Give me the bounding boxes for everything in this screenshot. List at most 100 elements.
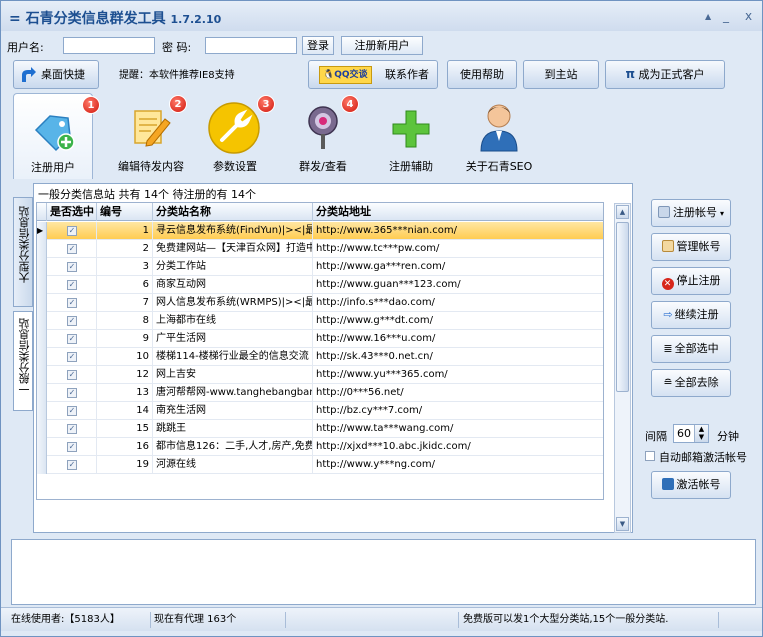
password-label: 密 码: (162, 41, 192, 54)
table-row[interactable]: ✓ 15 跳跳王 http://www.ta***wang.com/ (37, 420, 603, 438)
cell-id: 9 (97, 330, 153, 348)
table-row[interactable]: ✓ 8 上海都市在线 http://www.g***dt.com/ (37, 312, 603, 330)
stepper-arrows-icon[interactable]: ▲ ▼ (694, 425, 708, 442)
table-row[interactable]: ✓ 2 免费建网站—【天津百众网】打造中 http://www.tc***pw.com… (37, 240, 603, 258)
to-main-site-button[interactable]: 到主站 (523, 60, 599, 89)
tab-general-sites[interactable]: 一般分类信息站 (13, 311, 33, 411)
table-row[interactable]: ✓ 10 楼梯114-楼梯行业最全的信息交流 http://sk.43***0.net… (37, 348, 603, 366)
cell-selected (47, 348, 97, 366)
cell-site-url: http://0***56.net/ (316, 387, 404, 398)
table-row[interactable]: ✓ 7 网人信息发布系统(WRMPS)|><|最专 http://info.s***d… (37, 294, 603, 312)
contact-author-button[interactable]: 🐧QQ交谈 联系作者 (308, 60, 438, 89)
table-row[interactable]: ✓ 12 网上吉安 http://www.yu***365.com/ (37, 366, 603, 384)
register-helper-tab[interactable]: 注册辅助 (371, 93, 451, 179)
about-tab[interactable]: 关于石青SEO (459, 93, 539, 179)
menu-glyph[interactable]: = (9, 11, 21, 27)
scroll-down-icon[interactable]: ▼ (616, 517, 629, 531)
cell-site-name: 唐河帮帮网-www.tanghebangbang (153, 384, 313, 402)
header-site-url[interactable]: 分类站地址 (313, 203, 603, 221)
deselect-all-label: 全部去除 (674, 376, 719, 389)
table-row[interactable]: ✓ 13 唐河帮帮网-www.tanghebangbang http://0***56… (37, 384, 603, 402)
cell-selected (47, 402, 97, 420)
table-row[interactable]: ✓ 19 河源在线 http://www.y***ng.com/ (37, 456, 603, 474)
cell-selected (47, 330, 97, 348)
register-user-tab[interactable]: 1 注册用户 (13, 93, 100, 179)
minimize-button[interactable]: _ (723, 9, 729, 23)
desktop-shortcut-button[interactable]: 桌面快捷 (13, 60, 99, 89)
header-id[interactable]: 编号 (97, 203, 153, 221)
cell-selected (47, 366, 97, 384)
cell-site-url: http://www.365***nian.com/ (316, 225, 458, 236)
deselect-all-button[interactable]: ≘ 全部去除 (651, 369, 731, 397)
log-output[interactable] (11, 539, 756, 605)
register-account-button[interactable]: 注册帐号 ▾ (651, 199, 731, 227)
row-indicator (37, 312, 47, 330)
register-user-button[interactable]: 注册新用户 (341, 36, 423, 55)
cell-site-url: http://www.g***dt.com/ (316, 315, 433, 326)
step-badge-1: 1 (82, 96, 100, 114)
table-row[interactable]: ▶ ✓ 1 寻云信息发布系统(FindYun)|><|最专 http://www.365… (37, 222, 603, 240)
cell-selected (47, 258, 97, 276)
login-button[interactable]: 登录 (302, 36, 334, 55)
cell-site-name: 都市信息126：二手,人才,房产,免费 (153, 438, 313, 456)
activate-icon (661, 478, 674, 490)
cell-selected (47, 456, 97, 474)
header-site-name[interactable]: 分类站名称 (153, 203, 313, 221)
grid-scrollbar[interactable]: ▲ ▼ (614, 203, 631, 533)
grid-header: 是否选中 编号 分类站名称 分类站地址 (37, 203, 603, 221)
help-button[interactable]: 使用帮助 (447, 60, 517, 89)
username-input[interactable] (63, 37, 155, 54)
cell-id: 12 (97, 366, 153, 384)
free-notice-status: 免费版可以发1个大型分类站,15个一般分类站. (463, 612, 719, 628)
cell-selected (47, 222, 97, 240)
continue-register-button[interactable]: ⇨ 继续注册 (651, 301, 731, 329)
interval-stepper[interactable]: 60 ▲ ▼ (673, 424, 709, 443)
cell-selected (47, 384, 97, 402)
online-users-status: 在线使用者:【5183人】 (11, 612, 151, 628)
app-version: 1.7.2.10 (170, 13, 222, 26)
become-customer-button[interactable]: π 成为正式客户 (605, 60, 725, 89)
step-badge-4: 4 (341, 95, 359, 113)
settings-tab[interactable]: 3 参数设置 (195, 93, 275, 179)
tab-large-label: 大型分类信息站 (18, 206, 31, 283)
cell-id: 6 (97, 276, 153, 294)
scroll-thumb[interactable] (616, 222, 629, 392)
password-input[interactable] (205, 37, 297, 54)
table-row[interactable]: ✓ 14 南充生活网 http://bz.cy***7.com/ (37, 402, 603, 420)
select-all-button[interactable]: ≣ 全部选中 (651, 335, 731, 363)
header-selected[interactable]: 是否选中 (47, 203, 97, 221)
site-grid[interactable]: 是否选中 编号 分类站名称 分类站地址 ▶ ✓ 1 寻云信息发布系统(FindYun)… (36, 202, 604, 500)
auto-email-checkbox[interactable] (645, 451, 655, 461)
stop-icon: ✕ (661, 278, 674, 290)
table-row[interactable]: ✓ 9 广平生活网 http://www.16***u.com/ (37, 330, 603, 348)
stop-register-button[interactable]: ✕ 停止注册 (651, 267, 731, 295)
tab-large-sites[interactable]: 大型分类信息站 (13, 197, 33, 307)
list-icon (657, 206, 670, 218)
cell-selected (47, 420, 97, 438)
close-button[interactable]: x (745, 9, 752, 23)
select-all-label: 全部选中 (674, 342, 719, 355)
cell-site-name: 免费建网站—【天津百众网】打造中 (153, 240, 313, 258)
select-all-icon: ≣ (663, 342, 673, 355)
edit-content-tab[interactable]: 2 编辑待发内容 (111, 93, 191, 179)
broadcast-icon (308, 106, 338, 149)
table-row[interactable]: ✓ 6 商家互动网 http://www.guan***123.com/ (37, 276, 603, 294)
cell-site-name: 南充生活网 (153, 402, 313, 420)
scroll-up-icon[interactable]: ▲ (616, 205, 629, 219)
pin-button[interactable]: ▲ (705, 12, 711, 21)
cell-selected (47, 312, 97, 330)
broadcast-tab[interactable]: 4 群发/查看 (283, 93, 363, 179)
table-row[interactable]: ✓ 16 都市信息126：二手,人才,房产,免费 http://xjxd***10.a… (37, 438, 603, 456)
cell-site-url: http://www.tc***pw.com/ (316, 243, 440, 254)
row-indicator (37, 258, 47, 276)
table-row[interactable]: ✓ 3 分类工作站 http://www.ga***ren.com/ (37, 258, 603, 276)
row-indicator (37, 330, 47, 348)
broadcast-label: 群发/查看 (299, 160, 347, 173)
desktop-shortcut-label: 桌面快捷 (41, 68, 85, 81)
group-label: 一般分类信息站 共有 14个 待注册的有 14个 (38, 188, 256, 201)
cell-id: 2 (97, 240, 153, 258)
cell-site-name: 跳跳王 (153, 420, 313, 438)
cell-site-name: 河源在线 (153, 456, 313, 474)
activate-account-button[interactable]: 激活帐号 (651, 471, 731, 499)
manage-account-button[interactable]: 管理帐号 (651, 233, 731, 261)
